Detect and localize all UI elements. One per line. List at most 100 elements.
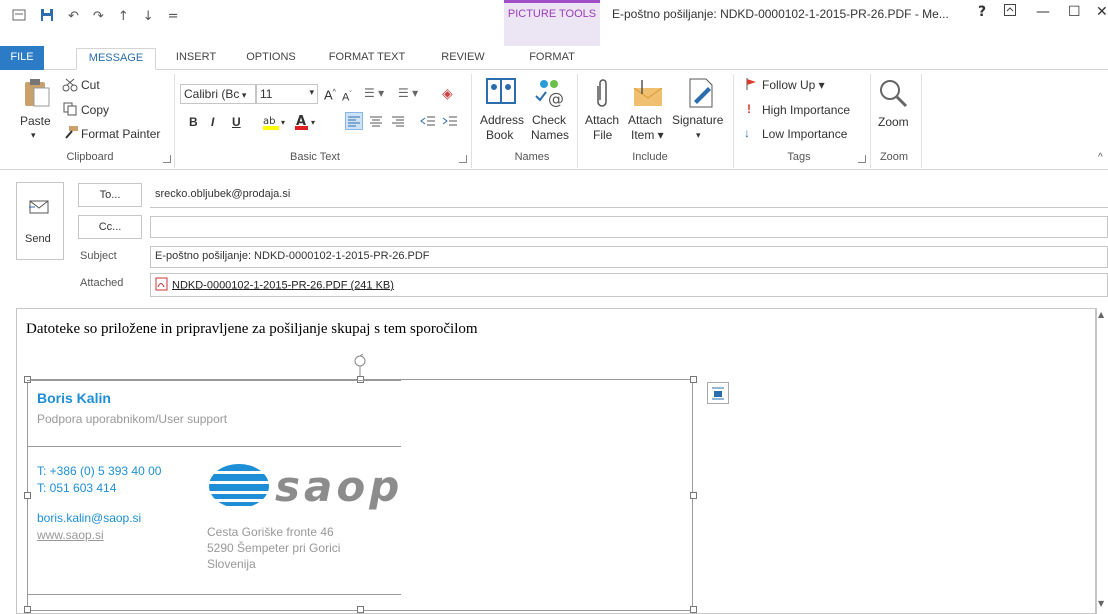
- decrease-indent-icon[interactable]: [420, 113, 436, 132]
- shrink-font-icon[interactable]: Aˇ: [342, 88, 352, 105]
- paste-dropdown-icon[interactable]: ▾: [31, 128, 36, 142]
- check-names-label-1[interactable]: Check: [532, 113, 566, 127]
- font-name-dropdown[interactable]: Calibri (Bc ▾: [180, 84, 256, 104]
- cut-icon: [62, 78, 78, 95]
- tab-review[interactable]: REVIEW: [430, 48, 496, 70]
- tab-message[interactable]: MESSAGE: [76, 48, 156, 70]
- cut-button[interactable]: Cut: [81, 78, 100, 92]
- saop-logo-text: saop: [275, 462, 404, 511]
- format-painter-button[interactable]: Format Painter: [81, 127, 160, 141]
- signature-dropdown-icon[interactable]: ▾: [696, 128, 701, 142]
- send-icon: [29, 199, 51, 218]
- highlight-icon[interactable]: ab ▾: [262, 113, 288, 134]
- grow-font-icon[interactable]: A^: [324, 86, 336, 102]
- close-button[interactable]: ✕: [1096, 4, 1108, 20]
- save-icon[interactable]: [40, 8, 54, 26]
- resize-handle-se[interactable]: [690, 606, 697, 613]
- signature-label[interactable]: Signature: [672, 113, 723, 127]
- check-names-icon[interactable]: @: [534, 76, 566, 111]
- tags-dialog-launcher[interactable]: [858, 155, 866, 163]
- follow-up-button[interactable]: Follow Up ▾: [762, 78, 825, 92]
- help-button[interactable]: ?: [978, 4, 986, 20]
- clipboard-dialog-launcher[interactable]: [163, 155, 171, 163]
- signature-address-3: Slovenija: [207, 557, 256, 571]
- attach-item-label-2[interactable]: Item ▾: [631, 128, 664, 142]
- scroll-up-icon[interactable]: ▲: [1098, 310, 1104, 319]
- tab-format[interactable]: FORMAT: [510, 48, 594, 70]
- low-importance-button[interactable]: Low Importance: [762, 127, 847, 141]
- tab-insert[interactable]: INSERT: [166, 48, 226, 70]
- subject-field[interactable]: E-poštno pošiljanje: NDKD-0000102-1-2015…: [150, 246, 1108, 268]
- clear-formatting-icon[interactable]: ◈: [442, 86, 453, 100]
- resize-handle-w[interactable]: [24, 492, 31, 499]
- ribbon-display-options-button[interactable]: [1004, 4, 1016, 19]
- down-arrow-icon[interactable]: ↓: [143, 10, 154, 24]
- copy-button[interactable]: Copy: [81, 103, 109, 117]
- minimize-button[interactable]: —: [1036, 4, 1050, 20]
- customize-qat-icon[interactable]: =: [168, 10, 179, 24]
- to-button[interactable]: To...: [78, 183, 142, 207]
- address-book-label-2[interactable]: Book: [486, 128, 513, 142]
- svg-text:▾: ▾: [281, 118, 285, 127]
- up-arrow-icon[interactable]: ↑: [118, 10, 129, 24]
- window-menu-icon[interactable]: [12, 9, 26, 25]
- attach-file-icon[interactable]: [593, 78, 609, 111]
- vertical-scrollbar[interactable]: ▲ ▼: [1096, 308, 1108, 614]
- maximize-button[interactable]: ☐: [1068, 4, 1081, 20]
- check-names-label-2[interactable]: Names: [531, 128, 569, 142]
- increase-indent-icon[interactable]: [442, 113, 458, 132]
- font-name-value: Calibri (Bc: [184, 87, 240, 101]
- svg-text:ab: ab: [263, 116, 275, 127]
- basic-text-dialog-launcher[interactable]: [459, 155, 467, 163]
- numbering-icon[interactable]: ☰ ▾: [398, 86, 418, 100]
- resize-handle-ne[interactable]: [690, 376, 697, 383]
- font-size-dropdown[interactable]: 11 ▾: [256, 84, 318, 104]
- tab-options[interactable]: OPTIONS: [236, 48, 306, 70]
- redo-icon[interactable]: ↷: [93, 10, 104, 24]
- tab-format-text[interactable]: FORMAT TEXT: [320, 48, 414, 70]
- zoom-icon[interactable]: [878, 78, 908, 111]
- attachment-item[interactable]: NDKD-0000102-1-2015-PR-26.PDF (241 KB): [172, 279, 394, 291]
- high-importance-button[interactable]: High Importance: [762, 103, 850, 117]
- paste-icon[interactable]: [24, 78, 50, 111]
- pdf-file-icon: [155, 277, 169, 294]
- resize-handle-sw[interactable]: [24, 606, 31, 613]
- resize-handle-e[interactable]: [690, 492, 697, 499]
- to-field[interactable]: srecko.obljubek@prodaja.si: [150, 184, 1108, 206]
- paste-label[interactable]: Paste: [20, 114, 51, 128]
- group-separator: [870, 74, 871, 168]
- align-right-icon[interactable]: [390, 113, 406, 132]
- bullets-icon[interactable]: ☰ ▾: [364, 86, 384, 100]
- align-left-icon[interactable]: [345, 112, 363, 130]
- high-importance-icon: !: [747, 102, 751, 116]
- attach-item-icon[interactable]: [632, 78, 666, 111]
- attach-file-label-2[interactable]: File: [593, 128, 612, 142]
- resize-handle-s[interactable]: [357, 606, 364, 613]
- address-book-icon[interactable]: [485, 76, 517, 111]
- signature-top-rule: [27, 380, 401, 381]
- signature-role: Podpora uporabnikom/User support: [37, 412, 228, 426]
- cc-field[interactable]: [150, 216, 1108, 238]
- layout-options-icon[interactable]: [707, 382, 729, 404]
- signature-icon[interactable]: [686, 77, 716, 112]
- clipboard-group-label: Clipboard: [66, 151, 114, 163]
- zoom-group-label: Zoom: [879, 151, 909, 163]
- tab-file[interactable]: FILE: [0, 46, 44, 70]
- picture-tools-context-background: [504, 0, 600, 46]
- low-importance-icon: ↓: [744, 126, 750, 140]
- collapse-ribbon-icon[interactable]: ^: [1098, 151, 1103, 165]
- cc-button[interactable]: Cc...: [78, 215, 142, 239]
- attach-file-label-1[interactable]: Attach: [585, 113, 619, 127]
- underline-button[interactable]: U: [232, 115, 241, 129]
- italic-button[interactable]: I: [211, 115, 214, 129]
- to-field-underline: [150, 207, 1108, 208]
- attach-item-label-1[interactable]: Attach: [628, 113, 662, 127]
- bold-button[interactable]: B: [189, 115, 198, 129]
- align-center-icon[interactable]: [368, 113, 384, 132]
- zoom-button[interactable]: Zoom: [878, 115, 909, 129]
- send-button[interactable]: Send: [16, 182, 64, 260]
- font-color-icon[interactable]: A ▾: [294, 113, 320, 134]
- address-book-label-1[interactable]: Address: [480, 113, 524, 127]
- undo-icon[interactable]: ↶: [68, 10, 79, 24]
- scroll-down-icon[interactable]: ▼: [1098, 599, 1104, 608]
